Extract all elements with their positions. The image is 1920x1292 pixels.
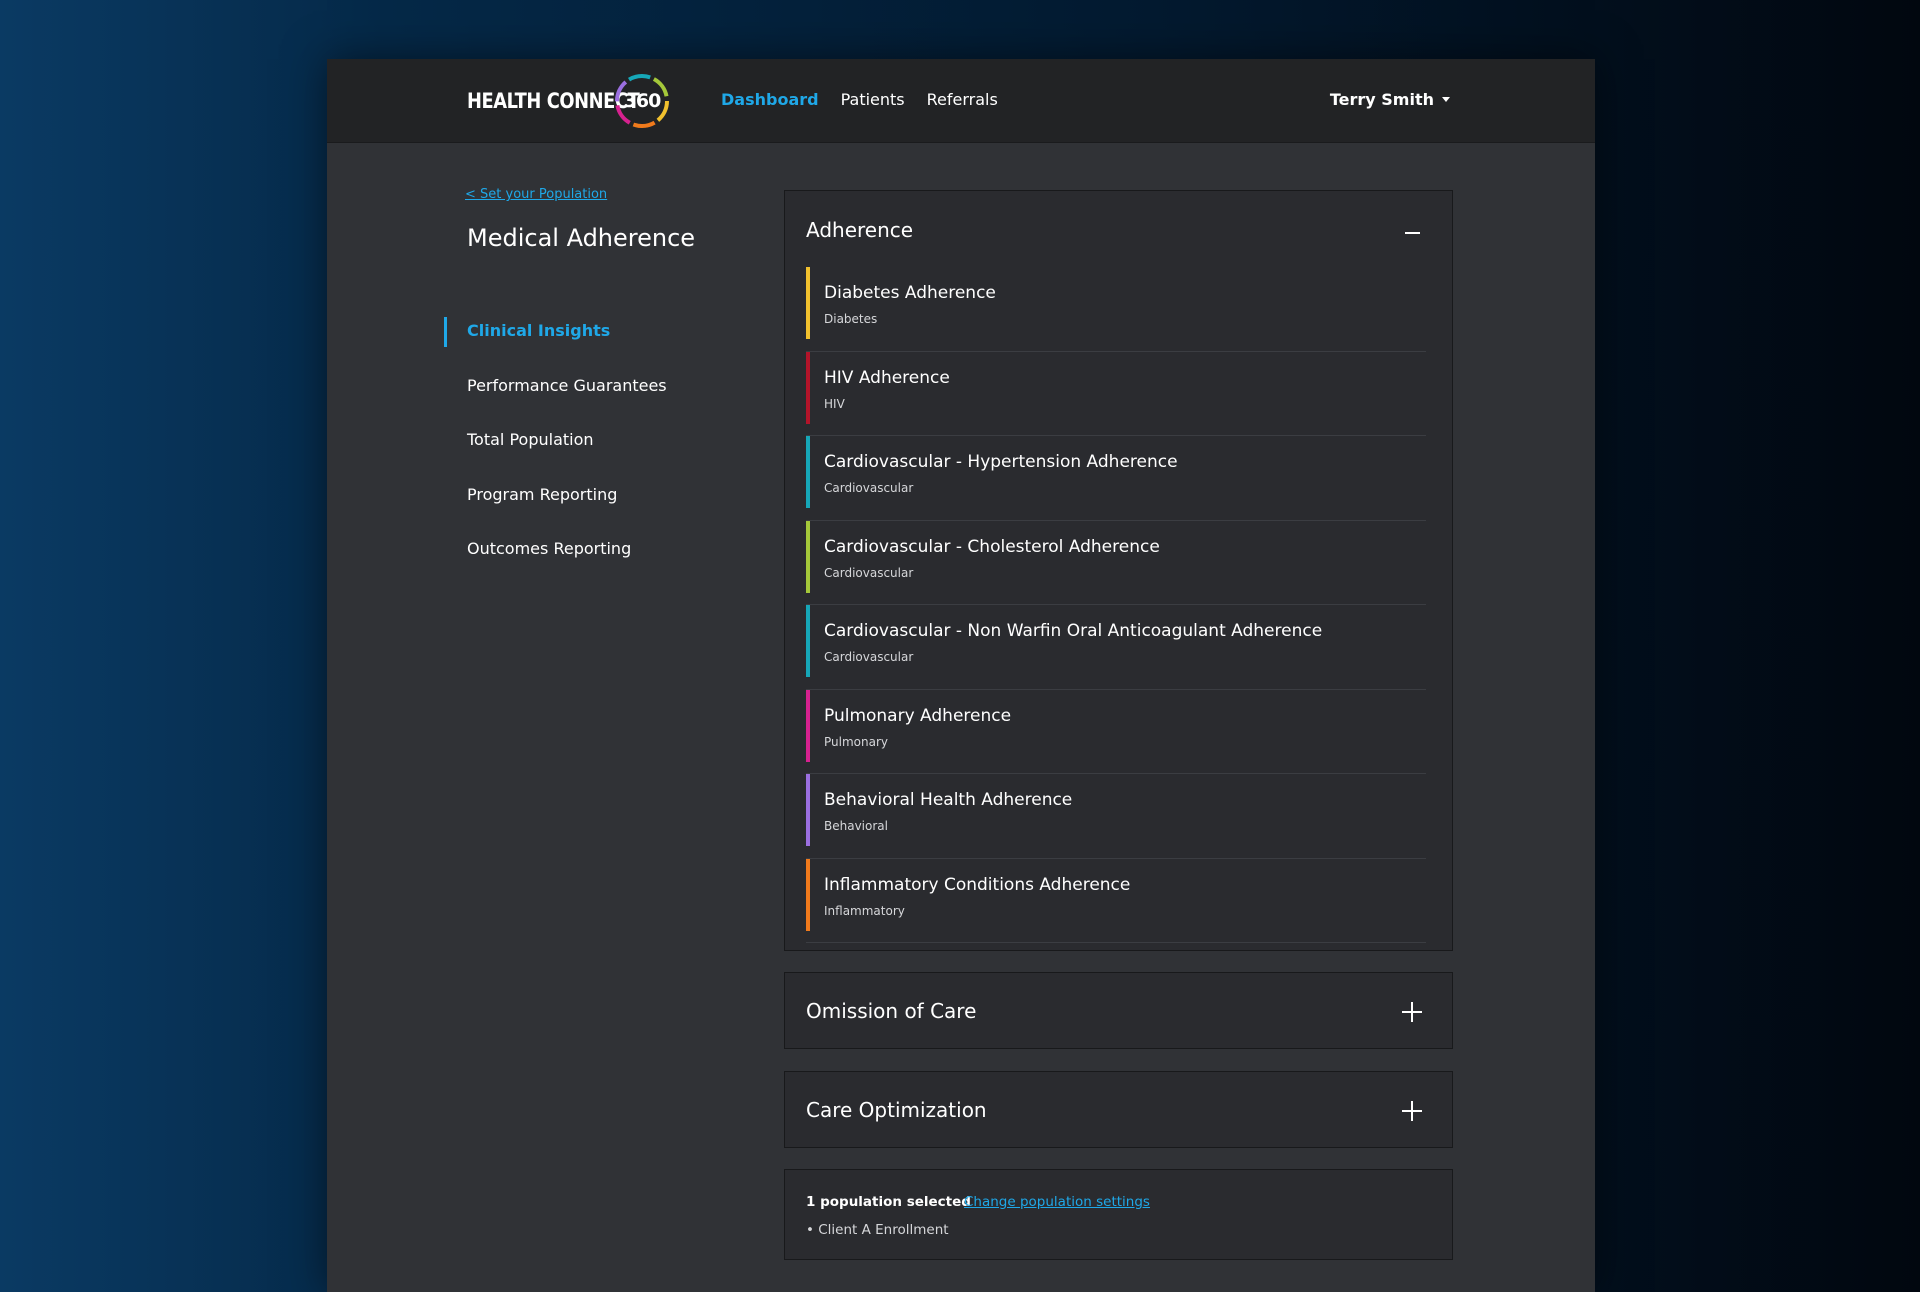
user-menu[interactable]: Terry Smith [1330, 90, 1450, 109]
adherence-item-anticoagulant[interactable]: Cardiovascular - Non Warfin Oral Anticoa… [806, 605, 1426, 690]
category-color-bar [806, 267, 810, 339]
health-connect-logo[interactable]: HEALTH CONNECT 360 [467, 73, 670, 129]
population-summary: 1 population selected Change population … [784, 1169, 1453, 1260]
collapse-minus-icon[interactable] [1400, 213, 1424, 243]
user-name: Terry Smith [1329, 90, 1434, 109]
adherence-item-category: Inflammatory [824, 903, 905, 918]
app-window: HEALTH CONNECT 360 Dashboard Patients Re… [327, 59, 1595, 1292]
adherence-item-title: Diabetes Adherence [824, 283, 996, 303]
category-color-bar [806, 858, 810, 931]
care-optimization-panel[interactable]: Care Optimization [784, 1071, 1453, 1148]
sidebar-item-outcomes-reporting[interactable]: Outcomes Reporting [444, 535, 704, 590]
adherence-item-title: Cardiovascular - Non Warfin Oral Anticoa… [824, 621, 1323, 641]
sidebar-item-program-reporting[interactable]: Program Reporting [444, 481, 704, 536]
adherence-item-category: Behavioral [824, 819, 888, 833]
adherence-panel: Adherence Diabetes Adherence Diabetes HI… [784, 190, 1453, 951]
adherence-item-title: Inflammatory Conditions Adherence [824, 874, 1131, 895]
adherence-item-pulmonary[interactable]: Pulmonary Adherence Pulmonary [806, 689, 1426, 774]
population-count: 1 population selected [806, 1194, 971, 1210]
nav-dashboard[interactable]: Dashboard [721, 90, 819, 109]
adherence-item-category: Diabetes [824, 312, 878, 326]
expand-plus-icon[interactable] [1400, 1096, 1424, 1126]
expand-plus-icon[interactable] [1400, 997, 1424, 1027]
adherence-item-hiv[interactable]: HIV Adherence HIV [806, 351, 1426, 436]
adherence-item-cholesterol[interactable]: Cardiovascular - Cholesterol Adherence C… [806, 520, 1426, 605]
adherence-panel-title: Adherence [806, 218, 914, 242]
nav-patients[interactable]: Patients [841, 90, 905, 109]
set-population-link[interactable]: < Set your Population [465, 187, 607, 202]
adherence-item-behavioral[interactable]: Behavioral Health Adherence Behavioral [806, 774, 1426, 859]
logo-number: 360 [623, 90, 662, 112]
caret-down-icon [1442, 97, 1450, 102]
sidebar-item-total-population[interactable]: Total Population [444, 426, 704, 481]
top-navigation-bar: HEALTH CONNECT 360 Dashboard Patients Re… [327, 59, 1595, 143]
nav-referrals[interactable]: Referrals [927, 90, 998, 109]
adherence-item-category: Cardiovascular [824, 565, 914, 580]
population-item: • Client A Enrollment [806, 1222, 949, 1238]
adherence-item-title: Pulmonary Adherence [824, 705, 1012, 726]
category-color-bar [806, 351, 810, 424]
adherence-item-title: Behavioral Health Adherence [824, 790, 1073, 810]
adherence-item-category: Cardiovascular [824, 481, 914, 495]
category-color-bar [806, 605, 810, 677]
adherence-item-title: HIV Adherence [824, 367, 950, 388]
sidebar-item-clinical-insights[interactable]: Clinical Insights [444, 317, 704, 372]
adherence-item-diabetes[interactable]: Diabetes Adherence Diabetes [806, 267, 1426, 352]
omission-of-care-title: Omission of Care [806, 999, 977, 1023]
category-color-bar [806, 520, 810, 593]
omission-of-care-panel[interactable]: Omission of Care [784, 972, 1453, 1049]
adherence-item-title: Cardiovascular - Cholesterol Adherence [824, 536, 1160, 557]
adherence-item-category: Cardiovascular [824, 650, 914, 664]
adherence-item-category: Pulmonary [824, 734, 888, 749]
sidebar-item-performance-guarantees[interactable]: Performance Guarantees [444, 372, 704, 427]
adherence-item-title: Cardiovascular - Hypertension Adherence [824, 452, 1178, 472]
main-nav: Dashboard Patients Referrals [721, 90, 998, 109]
adherence-list: Diabetes Adherence Diabetes HIV Adherenc… [806, 267, 1426, 943]
adherence-panel-header[interactable]: Adherence [785, 191, 1452, 267]
adherence-item-hypertension[interactable]: Cardiovascular - Hypertension Adherence … [806, 436, 1426, 521]
sidebar-nav: Clinical Insights Performance Guarantees… [444, 317, 704, 590]
change-population-link[interactable]: Change population settings [964, 1194, 1150, 1210]
category-color-bar [806, 436, 810, 508]
category-color-bar [806, 774, 810, 846]
adherence-item-inflammatory[interactable]: Inflammatory Conditions Adherence Inflam… [806, 858, 1426, 943]
page-title: Medical Adherence [467, 224, 696, 252]
category-color-bar [806, 689, 810, 762]
adherence-item-category: HIV [824, 396, 845, 411]
care-optimization-title: Care Optimization [806, 1098, 987, 1122]
